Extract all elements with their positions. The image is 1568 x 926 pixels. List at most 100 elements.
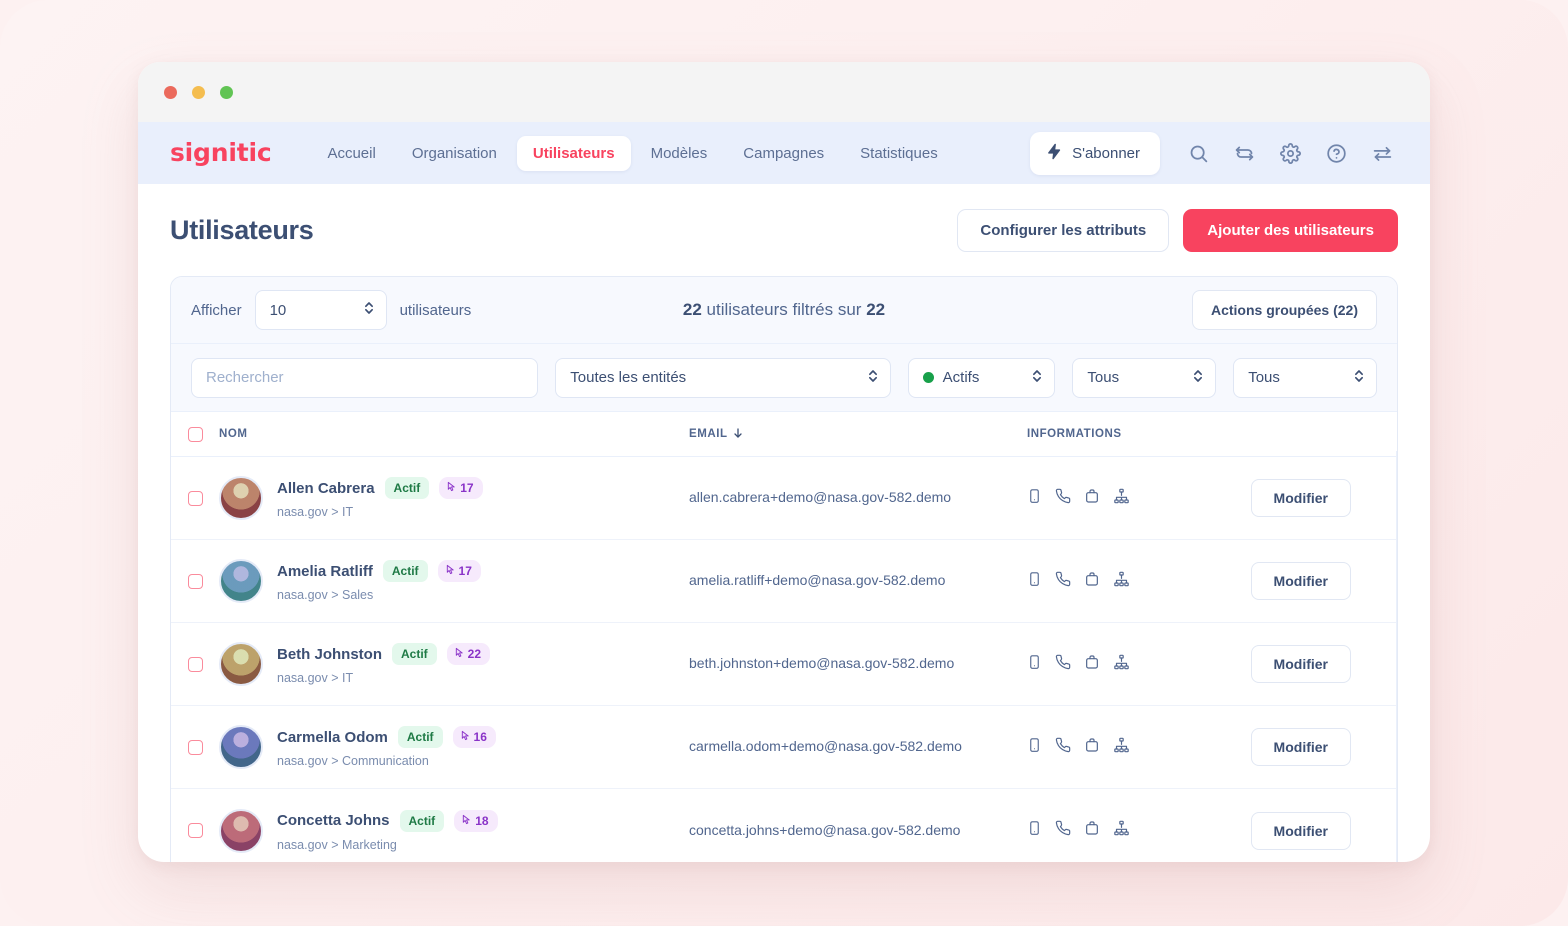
row-checkbox[interactable] bbox=[187, 573, 203, 589]
cursor-icon bbox=[454, 647, 465, 661]
column-header-email[interactable]: EMAIL bbox=[689, 427, 1027, 442]
mobile-icon[interactable] bbox=[1027, 571, 1042, 592]
subscribe-button[interactable]: S'abonner bbox=[1030, 131, 1160, 175]
user-email: amelia.ratliff+demo@nasa.gov-582.demo bbox=[689, 572, 946, 588]
row-actions-cell: Modifier bbox=[1243, 783, 1397, 862]
bulk-actions-button[interactable]: Actions groupées (22) bbox=[1191, 290, 1377, 330]
user-email: allen.cabrera+demo@nasa.gov-582.demo bbox=[689, 489, 952, 505]
refresh-icon[interactable] bbox=[1224, 133, 1264, 173]
page-header-actions: Configurer les attributs Ajouter des uti… bbox=[957, 208, 1398, 252]
nav-item-organisation[interactable]: Organisation bbox=[396, 136, 513, 171]
help-icon[interactable] bbox=[1316, 133, 1356, 173]
minimize-window-button[interactable] bbox=[192, 85, 205, 99]
mobile-icon[interactable] bbox=[1027, 488, 1042, 509]
row-select-cell bbox=[171, 573, 219, 589]
status-badge: Actif bbox=[397, 726, 443, 748]
table-row[interactable]: Amelia Ratliff Actif 17 nasa.gov > Sales bbox=[171, 534, 1397, 628]
user-name: Concetta Johns bbox=[277, 812, 390, 829]
user-org-path: nasa.gov > Communication bbox=[277, 754, 429, 768]
hierarchy-icon[interactable] bbox=[1113, 571, 1130, 592]
window-titlebar bbox=[138, 62, 1430, 122]
hierarchy-icon[interactable] bbox=[1113, 488, 1130, 509]
column-header-name[interactable]: NOM bbox=[219, 428, 689, 440]
nav-item-utilisateurs[interactable]: Utilisateurs bbox=[516, 135, 631, 171]
nav-links: Accueil Organisation Utilisateurs Modèle… bbox=[311, 135, 954, 171]
table-row[interactable]: Beth Johnston Actif 22 nasa.gov > IT bet… bbox=[171, 617, 1397, 711]
table-row[interactable]: Allen Cabrera Actif 17 nasa.gov > IT all… bbox=[171, 451, 1397, 545]
transfer-icon[interactable] bbox=[1362, 133, 1402, 173]
select-all-checkbox[interactable] bbox=[187, 426, 203, 442]
status-badge: Actif bbox=[384, 477, 430, 499]
chevron-updown-icon bbox=[1353, 368, 1365, 388]
search-icon[interactable] bbox=[1178, 133, 1218, 173]
add-users-button[interactable]: Ajouter des utilisateurs bbox=[1183, 208, 1398, 252]
phone-icon[interactable] bbox=[1055, 571, 1071, 592]
briefcase-icon[interactable] bbox=[1084, 654, 1100, 675]
edit-button[interactable]: Modifier bbox=[1250, 562, 1351, 600]
nav-item-modeles[interactable]: Modèles bbox=[635, 136, 724, 171]
hierarchy-icon[interactable] bbox=[1113, 654, 1130, 675]
arrow-down-icon bbox=[732, 427, 744, 442]
lightning-icon bbox=[1046, 143, 1063, 164]
row-checkbox[interactable] bbox=[187, 823, 203, 838]
status-badge: Actif bbox=[399, 809, 445, 832]
row-checkbox[interactable] bbox=[187, 739, 203, 755]
status-dot-icon bbox=[922, 372, 934, 383]
avatar bbox=[219, 808, 263, 853]
maximize-window-button[interactable] bbox=[220, 85, 233, 99]
clicks-count: 18 bbox=[475, 813, 489, 828]
third-filter-select[interactable]: Tous bbox=[1072, 357, 1217, 398]
briefcase-icon[interactable] bbox=[1084, 488, 1100, 509]
informations-cell bbox=[1027, 820, 1243, 841]
email-cell: allen.cabrera+demo@nasa.gov-582.demo bbox=[689, 489, 1027, 507]
user-email: beth.johnston+demo@nasa.gov-582.demo bbox=[689, 655, 955, 671]
mobile-icon[interactable] bbox=[1027, 737, 1042, 758]
entity-filter-value: Toutes les entités bbox=[570, 369, 687, 386]
informations-cell bbox=[1027, 571, 1243, 592]
search-input[interactable] bbox=[191, 357, 539, 398]
filtered-count-text: 22 utilisateurs filtrés sur 22 bbox=[683, 300, 885, 320]
row-checkbox[interactable] bbox=[187, 656, 203, 672]
page-size-select[interactable]: 10 bbox=[254, 290, 387, 330]
table-row[interactable]: Concetta Johns Actif 18 nasa.gov > Marke… bbox=[171, 783, 1397, 862]
nav-item-statistiques[interactable]: Statistiques bbox=[844, 136, 954, 171]
row-divider bbox=[1396, 700, 1397, 794]
row-divider bbox=[1396, 534, 1397, 628]
edit-button[interactable]: Modifier bbox=[1250, 479, 1351, 517]
user-name: Amelia Ratliff bbox=[277, 562, 373, 580]
edit-button[interactable]: Modifier bbox=[1250, 728, 1351, 766]
briefcase-icon[interactable] bbox=[1084, 737, 1100, 758]
row-actions-cell: Modifier bbox=[1243, 617, 1397, 711]
nav-item-campagnes[interactable]: Campagnes bbox=[727, 136, 840, 171]
user-cell: Allen Cabrera Actif 17 nasa.gov > IT bbox=[219, 476, 689, 520]
fourth-filter-select[interactable]: Tous bbox=[1233, 357, 1377, 398]
page-title: Utilisateurs bbox=[170, 214, 314, 245]
status-filter-select[interactable]: Actifs bbox=[907, 357, 1056, 398]
clicks-count: 16 bbox=[473, 730, 487, 744]
main-navbar: signitic Accueil Organisation Utilisateu… bbox=[138, 122, 1430, 184]
gear-icon[interactable] bbox=[1270, 133, 1310, 173]
phone-icon[interactable] bbox=[1055, 488, 1071, 509]
edit-button[interactable]: Modifier bbox=[1250, 645, 1351, 683]
app-window: signitic Accueil Organisation Utilisateu… bbox=[138, 62, 1430, 862]
user-org-path: nasa.gov > IT bbox=[277, 505, 354, 519]
hierarchy-icon[interactable] bbox=[1113, 737, 1130, 758]
signitic-logo[interactable]: signitic bbox=[170, 138, 272, 167]
hierarchy-icon[interactable] bbox=[1113, 820, 1130, 841]
configure-attributes-button[interactable]: Configurer les attributs bbox=[957, 208, 1170, 252]
mobile-icon[interactable] bbox=[1027, 654, 1042, 675]
close-window-button[interactable] bbox=[164, 85, 177, 99]
phone-icon[interactable] bbox=[1055, 654, 1071, 675]
clicks-badge: 17 bbox=[437, 560, 481, 582]
phone-icon[interactable] bbox=[1055, 820, 1071, 841]
mobile-icon[interactable] bbox=[1027, 820, 1042, 841]
row-actions-cell: Modifier bbox=[1243, 451, 1397, 545]
entity-filter-select[interactable]: Toutes les entités bbox=[555, 357, 891, 398]
table-row[interactable]: Carmella Odom Actif 16 nasa.gov > Commun… bbox=[171, 700, 1397, 794]
row-checkbox[interactable] bbox=[187, 490, 203, 506]
nav-item-accueil[interactable]: Accueil bbox=[311, 136, 391, 171]
briefcase-icon[interactable] bbox=[1084, 571, 1100, 592]
briefcase-icon[interactable] bbox=[1084, 820, 1100, 841]
edit-button[interactable]: Modifier bbox=[1250, 811, 1351, 850]
phone-icon[interactable] bbox=[1055, 737, 1071, 758]
